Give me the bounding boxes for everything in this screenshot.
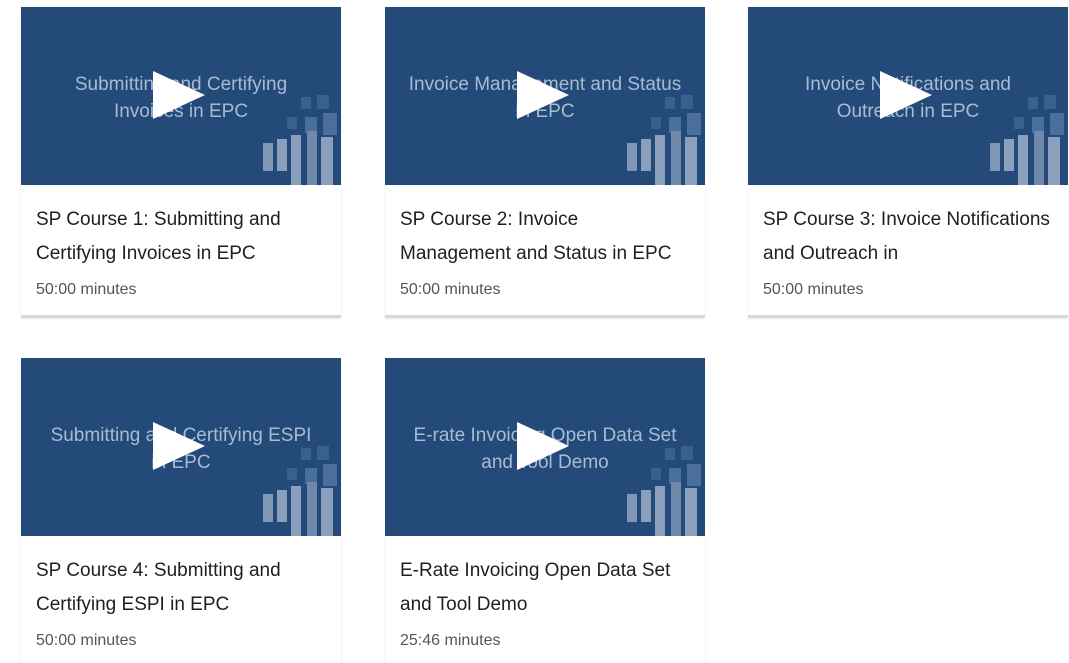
- course-duration: 25:46 minutes: [400, 632, 501, 649]
- course-card[interactable]: E-rate Invoicing Open Data Set and Tool …: [385, 358, 705, 663]
- course-title[interactable]: SP Course 3: Invoice Notifications and O…: [763, 203, 1053, 271]
- course-duration: 50:00 minutes: [36, 281, 137, 298]
- play-icon[interactable]: [153, 71, 205, 119]
- course-card[interactable]: Submitting and Certifying Invoices in EP…: [21, 7, 341, 318]
- course-title[interactable]: SP Course 1: Submitting and Certifying I…: [36, 203, 326, 271]
- course-card[interactable]: Submitting and Certifying ESPI in EPC SP…: [21, 358, 341, 663]
- pixel-bars-icon: [990, 95, 1064, 185]
- video-thumbnail[interactable]: E-rate Invoicing Open Data Set and Tool …: [385, 358, 705, 536]
- play-icon[interactable]: [880, 71, 932, 119]
- video-thumbnail[interactable]: Invoice Notifications and Outreach in EP…: [748, 7, 1068, 185]
- card-body: SP Course 3: Invoice Notifications and O…: [748, 185, 1068, 301]
- course-grid: Submitting and Certifying Invoices in EP…: [0, 0, 1069, 663]
- course-card[interactable]: Invoice Management and Status in EPC SP …: [385, 7, 705, 318]
- course-duration: 50:00 minutes: [36, 632, 137, 649]
- course-duration: 50:00 minutes: [763, 281, 864, 298]
- pixel-bars-icon: [627, 95, 701, 185]
- video-thumbnail[interactable]: Invoice Management and Status in EPC: [385, 7, 705, 185]
- play-icon[interactable]: [517, 71, 569, 119]
- play-icon[interactable]: [517, 422, 569, 470]
- course-card[interactable]: Invoice Notifications and Outreach in EP…: [748, 7, 1068, 318]
- play-icon[interactable]: [153, 422, 205, 470]
- course-title[interactable]: E-Rate Invoicing Open Data Set and Tool …: [400, 554, 690, 622]
- card-body: SP Course 4: Submitting and Certifying E…: [21, 536, 341, 652]
- course-duration: 50:00 minutes: [400, 281, 501, 298]
- video-thumbnail[interactable]: Submitting and Certifying Invoices in EP…: [21, 7, 341, 185]
- course-title[interactable]: SP Course 2: Invoice Management and Stat…: [400, 203, 690, 271]
- pixel-bars-icon: [263, 95, 337, 185]
- pixel-bars-icon: [627, 446, 701, 536]
- card-body: SP Course 1: Submitting and Certifying I…: [21, 185, 341, 301]
- video-thumbnail[interactable]: Submitting and Certifying ESPI in EPC: [21, 358, 341, 536]
- card-body: SP Course 2: Invoice Management and Stat…: [385, 185, 705, 301]
- pixel-bars-icon: [263, 446, 337, 536]
- course-title[interactable]: SP Course 4: Submitting and Certifying E…: [36, 554, 326, 622]
- card-body: E-Rate Invoicing Open Data Set and Tool …: [385, 536, 705, 652]
